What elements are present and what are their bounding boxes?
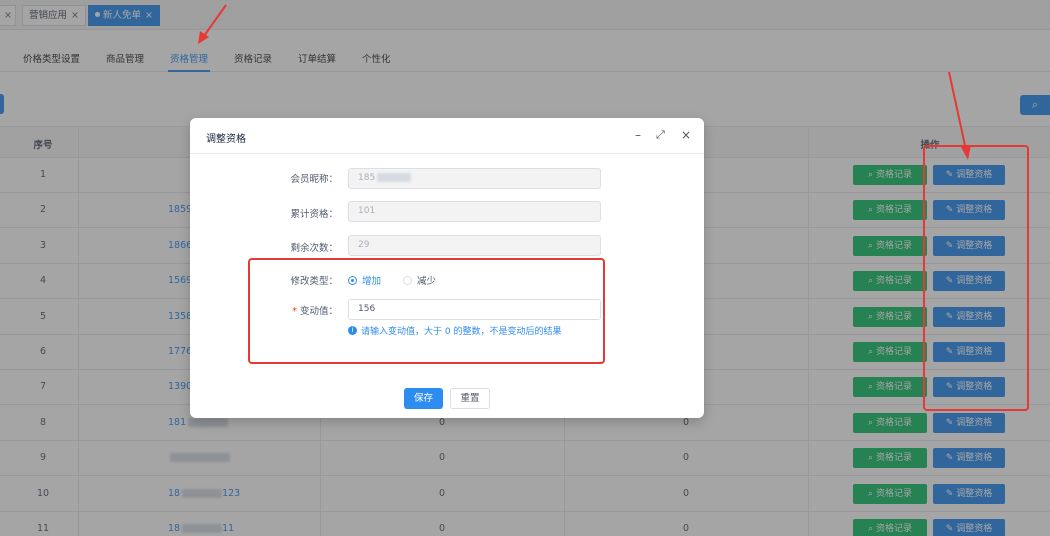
redacted-text xyxy=(377,173,412,182)
nickname-label: 会员昵称： xyxy=(290,174,338,185)
minimize-icon[interactable]: – xyxy=(635,127,641,143)
nickname-value: 185 xyxy=(358,173,376,183)
remaining-input: 29 xyxy=(348,235,601,256)
nickname-input: 185 xyxy=(348,168,601,189)
total-input: 101 xyxy=(348,201,601,222)
annotation-box-buttons xyxy=(923,145,1029,411)
reset-button[interactable]: 重置 xyxy=(450,388,490,409)
remaining-label: 剩余次数： xyxy=(290,243,338,254)
total-label: 累计资格： xyxy=(290,209,338,220)
save-button[interactable]: 保存 xyxy=(404,388,443,409)
annotation-box-form xyxy=(248,258,605,364)
modal-header: 调整资格 – ⤢ × xyxy=(190,118,704,154)
fullscreen-icon[interactable]: ⤢ xyxy=(656,127,665,143)
close-icon[interactable]: × xyxy=(681,127,691,143)
modal-title: 调整资格 xyxy=(206,134,246,145)
